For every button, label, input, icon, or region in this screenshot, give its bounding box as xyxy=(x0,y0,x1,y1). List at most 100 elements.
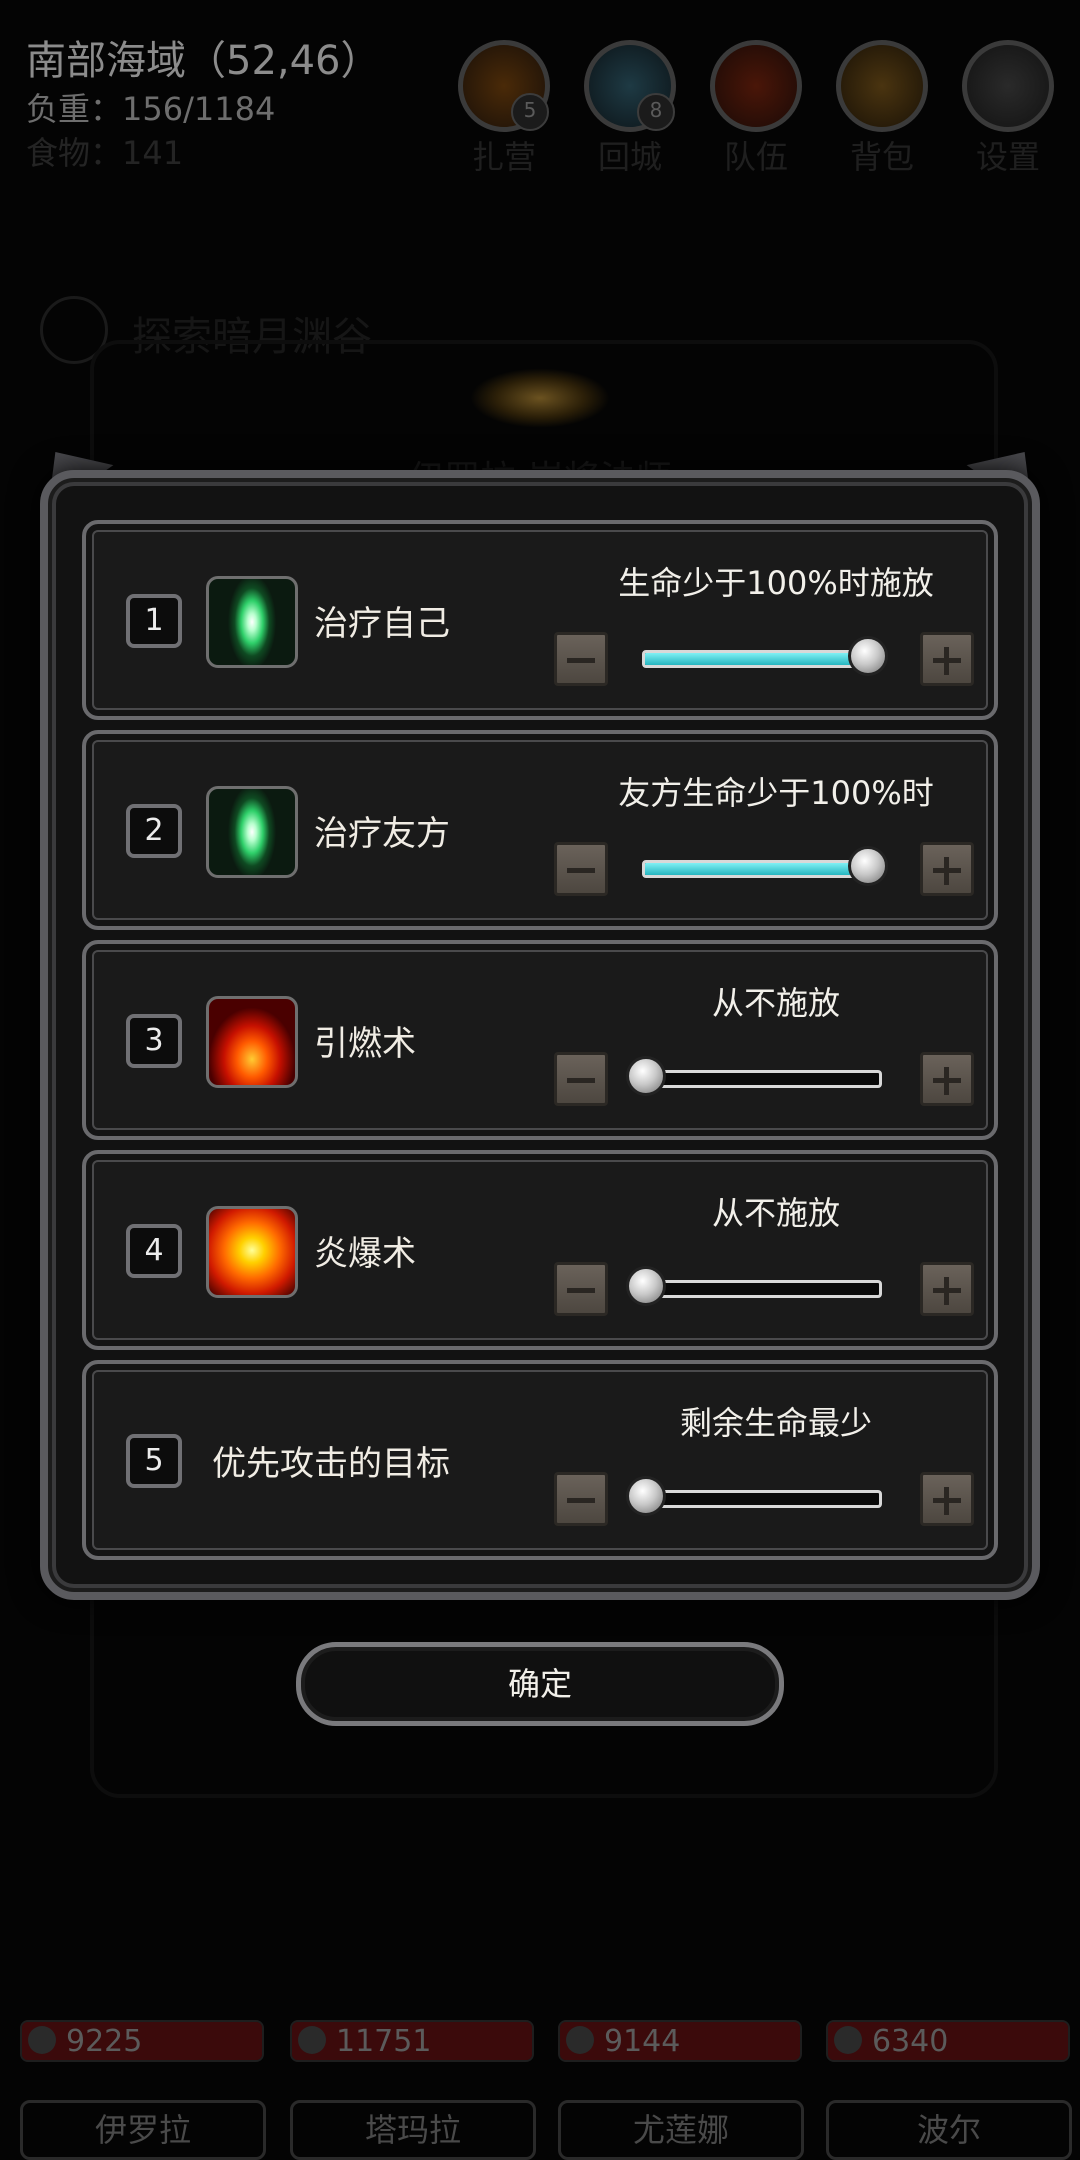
ignite-icon xyxy=(206,996,298,1088)
minus-icon xyxy=(567,1078,595,1083)
increase-button[interactable] xyxy=(920,632,974,686)
decrease-button[interactable] xyxy=(554,1052,608,1106)
minus-icon xyxy=(567,1498,595,1503)
backpack-button[interactable]: 背包 xyxy=(822,40,942,176)
hp-value: 6340 xyxy=(872,2024,949,2059)
slider-track xyxy=(642,1070,882,1088)
hp-bar: 11751 xyxy=(290,2020,534,2062)
decrease-button[interactable] xyxy=(554,632,608,686)
team-label: 队伍 xyxy=(723,138,788,176)
plus-icon-v xyxy=(944,857,949,885)
skill-name: 炎爆术 xyxy=(314,1234,416,1274)
heal-icon xyxy=(206,786,298,878)
increase-button[interactable] xyxy=(920,842,974,896)
tactic-row-1: 1 治疗自己 生命少于100%时施放 xyxy=(82,520,998,720)
condition-label: 从不施放 xyxy=(711,984,840,1022)
condition-slider[interactable] xyxy=(642,846,888,886)
settings-label: 设置 xyxy=(975,138,1040,176)
skill-name: 治疗自己 xyxy=(314,604,450,644)
minus-icon xyxy=(567,658,595,663)
condition-slider[interactable] xyxy=(626,1266,882,1306)
condition-slider[interactable] xyxy=(642,636,888,676)
plus-icon-v xyxy=(944,1277,949,1305)
plus-icon-v xyxy=(944,1067,949,1095)
heart-icon xyxy=(834,2026,862,2054)
increase-button[interactable] xyxy=(920,1262,974,1316)
backpack-label: 背包 xyxy=(849,138,914,176)
condition-label: 友方生命少于100%时 xyxy=(618,774,934,812)
tactic-row-4: 4 炎爆术 从不施放 xyxy=(82,1150,998,1350)
slider-track xyxy=(642,1280,882,1298)
party-member[interactable]: 11751 塔玛拉 xyxy=(278,2020,540,2160)
priority-number: 4 xyxy=(126,1224,182,1278)
load-label: 负重：156/1184 xyxy=(26,90,276,128)
return-town-badge: 8 xyxy=(637,93,675,131)
slider-track xyxy=(642,1490,882,1508)
confirm-button[interactable]: 确定 xyxy=(296,1642,784,1726)
hp-bar: 6340 xyxy=(826,2020,1070,2062)
heart-icon xyxy=(298,2026,326,2054)
team-button[interactable]: 队伍 xyxy=(696,40,816,176)
hp-bar: 9225 xyxy=(20,2020,264,2062)
condition-label: 剩余生命最少 xyxy=(679,1404,872,1442)
slider-knob[interactable] xyxy=(848,846,888,886)
decrease-button[interactable] xyxy=(554,842,608,896)
decrease-button[interactable] xyxy=(554,1262,608,1316)
member-name: 伊罗拉 xyxy=(20,2100,266,2160)
tactic-row-3: 3 引燃术 从不施放 xyxy=(82,940,998,1140)
team-icon xyxy=(710,40,802,132)
increase-button[interactable] xyxy=(920,1052,974,1106)
condition-label: 从不施放 xyxy=(711,1194,840,1232)
slider-knob[interactable] xyxy=(626,1266,666,1306)
gear-icon xyxy=(962,40,1054,132)
skill-name: 引燃术 xyxy=(314,1024,416,1064)
member-name: 塔玛拉 xyxy=(290,2100,536,2160)
camp-label: 扎营 xyxy=(471,138,536,176)
return-town-label: 回城 xyxy=(597,138,662,176)
hp-value: 9225 xyxy=(66,2024,143,2059)
party-member[interactable]: 6340 波尔 xyxy=(814,2020,1076,2160)
condition-slider[interactable] xyxy=(626,1476,882,1516)
heal-icon xyxy=(206,576,298,668)
hp-value: 11751 xyxy=(336,2024,432,2059)
skill-name: 优先攻击的目标 xyxy=(212,1444,450,1484)
priority-number: 2 xyxy=(126,804,182,858)
hp-value: 9144 xyxy=(604,2024,681,2059)
fire-blast-icon xyxy=(206,1206,298,1298)
location-label: 南部海域（52,46） xyxy=(26,38,381,84)
settings-button[interactable]: 设置 xyxy=(948,40,1068,176)
return-town-button[interactable]: 8 回城 xyxy=(570,40,690,176)
camp-badge: 5 xyxy=(511,93,549,131)
skill-name: 治疗友方 xyxy=(314,814,450,854)
camp-button[interactable]: 5 扎营 xyxy=(444,40,564,176)
member-name: 尤莲娜 xyxy=(558,2100,804,2160)
food-label: 食物：141 xyxy=(26,134,184,172)
camp-icon: 5 xyxy=(458,40,550,132)
slider-track xyxy=(642,650,882,668)
slider-track xyxy=(642,860,882,878)
heart-icon xyxy=(28,2026,56,2054)
minus-icon xyxy=(567,868,595,873)
slider-knob[interactable] xyxy=(848,636,888,676)
slider-fill xyxy=(645,653,879,665)
priority-number: 3 xyxy=(126,1014,182,1068)
priority-number: 5 xyxy=(126,1434,182,1488)
slider-knob[interactable] xyxy=(626,1476,666,1516)
backpack-icon xyxy=(836,40,928,132)
slider-knob[interactable] xyxy=(626,1056,666,1096)
party-member[interactable]: 9144 尤莲娜 xyxy=(546,2020,808,2160)
plus-icon-v xyxy=(944,647,949,675)
slider-fill xyxy=(645,863,879,875)
portal-icon: 8 xyxy=(584,40,676,132)
plus-icon-v xyxy=(944,1487,949,1515)
party-bar: 9225 伊罗拉 11751 塔玛拉 9144 尤莲娜 6340 波尔 xyxy=(0,2020,1080,2160)
party-member[interactable]: 9225 伊罗拉 xyxy=(8,2020,270,2160)
member-name: 波尔 xyxy=(826,2100,1072,2160)
increase-button[interactable] xyxy=(920,1472,974,1526)
condition-slider[interactable] xyxy=(626,1056,882,1096)
minus-icon xyxy=(567,1288,595,1293)
moon-emblem-icon xyxy=(470,368,610,428)
tactic-row-5: 5 优先攻击的目标 剩余生命最少 xyxy=(82,1360,998,1560)
decrease-button[interactable] xyxy=(554,1472,608,1526)
tactic-row-2: 2 治疗友方 友方生命少于100%时 xyxy=(82,730,998,930)
